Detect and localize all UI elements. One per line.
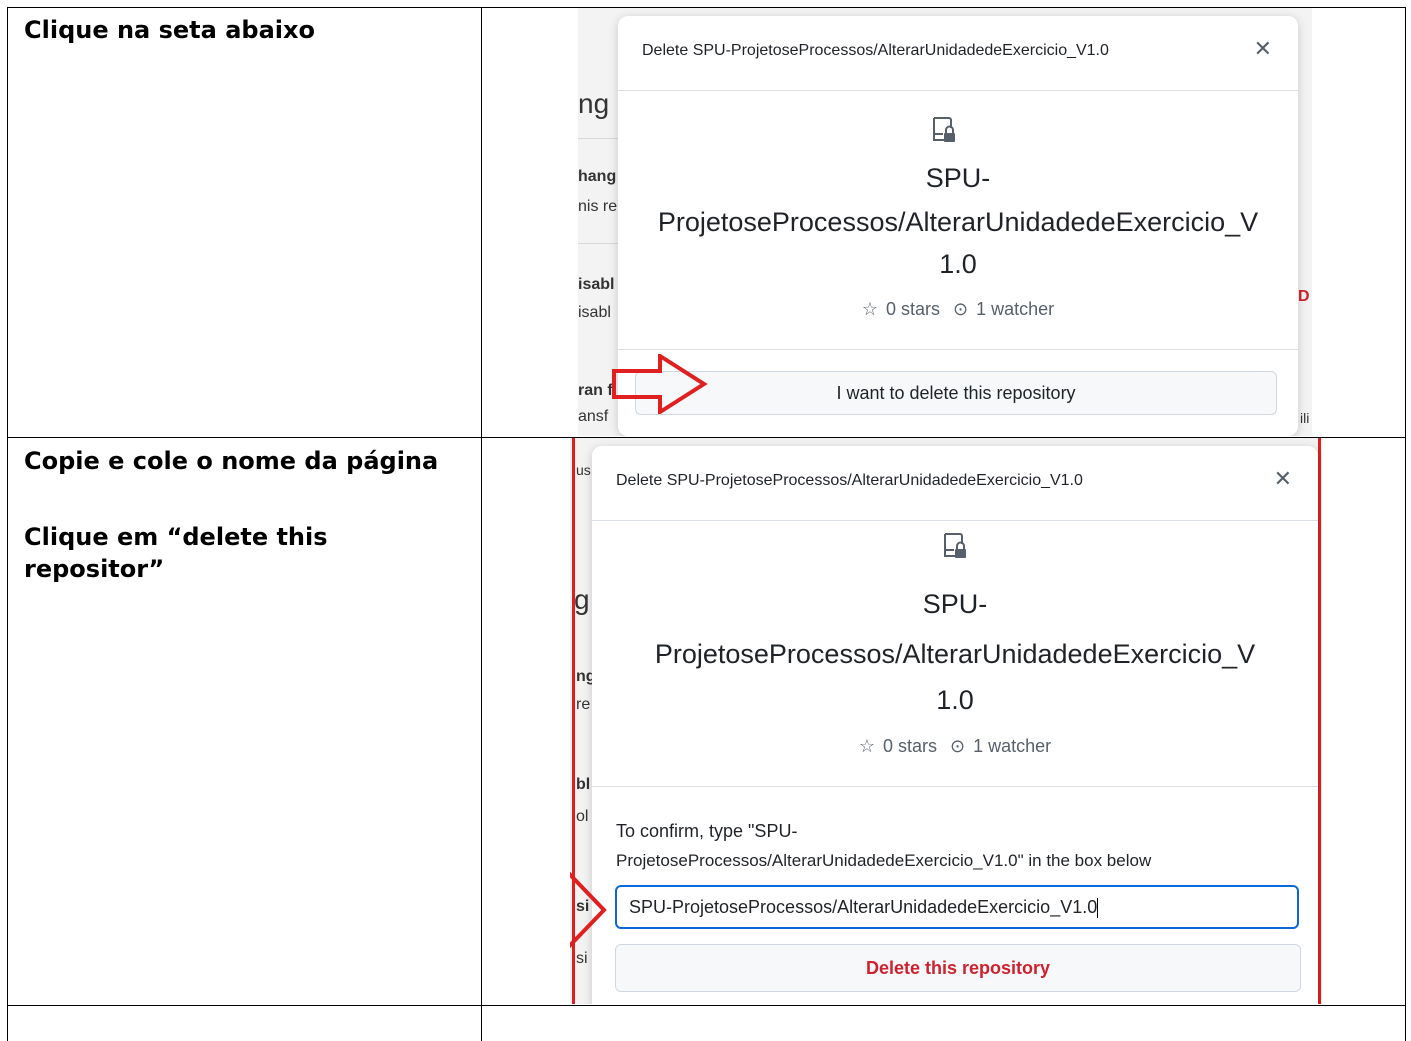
dialog-title: Delete SPU-ProjetoseProcessos/AlterarUni…	[616, 472, 1083, 489]
background-text: g	[574, 584, 590, 615]
confirm-instructions: To confirm, type "SPU-	[616, 821, 798, 841]
red-arrow-icon	[570, 871, 607, 949]
screenshot-2: us g ng re bl ol si si Delete SPU-Projet…	[570, 438, 1322, 1004]
close-icon[interactable]: ✕	[1274, 466, 1292, 492]
watchers-count: 1 watcher	[973, 736, 1052, 756]
instruction-text: Copie e cole o nome da página	[24, 447, 439, 475]
highlight-border	[1318, 438, 1321, 1004]
repo-name: 1.0	[939, 249, 977, 279]
stars-count: 0 stars	[885, 299, 940, 319]
dialog-title: Delete SPU-ProjetoseProcessos/AlterarUni…	[642, 42, 1109, 59]
eye-icon: ⊙	[953, 299, 969, 319]
close-icon[interactable]: ✕	[1254, 36, 1272, 62]
table-right-border	[1405, 7, 1406, 1041]
star-icon: ☆	[861, 299, 878, 319]
delete-repository-button[interactable]: Delete this repository	[615, 944, 1301, 992]
table-column-divider	[481, 7, 482, 1041]
stars-count: 0 stars	[882, 736, 937, 756]
dialog-header: Delete SPU-ProjetoseProcessos/AlterarUni…	[618, 16, 1298, 91]
background-text: isabl	[578, 276, 615, 293]
confirm-delete-intent-button[interactable]: I want to delete this repository	[635, 371, 1277, 415]
input-value: SPU-ProjetoseProcessos/AlterarUnidadedeE…	[629, 897, 1098, 917]
instruction-text: Clique em “delete this repositor”	[24, 523, 328, 583]
watchers-count: 1 watcher	[976, 299, 1055, 319]
background-text: ansf	[578, 408, 609, 425]
star-icon: ☆	[858, 736, 875, 756]
repo-name: ProjetoseProcessos/AlterarUnidadedeExerc…	[654, 639, 1256, 669]
repo-locked-icon	[944, 533, 966, 558]
dialog-divider	[618, 349, 1298, 350]
repo-stats: ☆ 0 stars ⊙ 1 watcher	[592, 736, 1318, 757]
repo-name: SPU-	[922, 589, 988, 619]
background-text: nis re	[578, 198, 618, 215]
confirm-repo-name-input[interactable]: SPU-ProjetoseProcessos/AlterarUnidadedeE…	[615, 885, 1299, 929]
background-text: D	[1298, 288, 1310, 305]
background-text: us	[576, 462, 591, 478]
background-text: ran f	[578, 382, 613, 399]
repo-locked-icon	[933, 117, 955, 142]
repo-stats: ☆ 0 stars ⊙ 1 watcher	[618, 299, 1298, 320]
background-text: isabl	[578, 304, 611, 321]
background-text: ili	[1300, 410, 1310, 426]
table-row-divider	[7, 1005, 1406, 1006]
repo-name: ProjetoseProcessos/AlterarUnidadedeExerc…	[657, 207, 1259, 237]
background-text: ol	[576, 808, 589, 825]
dialog-header: Delete SPU-ProjetoseProcessos/AlterarUni…	[592, 446, 1318, 521]
table-left-border	[7, 7, 8, 1041]
dialog-divider	[592, 786, 1318, 787]
confirm-instructions: ProjetoseProcessos/AlterarUnidadedeExerc…	[616, 851, 1152, 870]
eye-icon: ⊙	[950, 736, 966, 756]
instruction-text: Clique na seta abaixo	[24, 16, 315, 44]
background-divider	[578, 243, 618, 244]
repo-name: SPU-	[925, 163, 991, 193]
background-text: bl	[576, 776, 591, 793]
background-text: hang	[578, 168, 617, 185]
red-arrow-icon	[612, 354, 708, 414]
background-divider	[578, 138, 618, 139]
repo-name: 1.0	[936, 685, 974, 715]
background-text: ng	[578, 88, 610, 119]
text-cursor	[1097, 898, 1099, 919]
delete-repository-dialog: Delete SPU-ProjetoseProcessos/AlterarUni…	[618, 16, 1298, 436]
screenshot-1: ng hang nis re isabl isabl ran f ansf D …	[578, 8, 1312, 436]
delete-repository-dialog: Delete SPU-ProjetoseProcessos/AlterarUni…	[592, 446, 1318, 1004]
background-text: re	[576, 696, 591, 713]
